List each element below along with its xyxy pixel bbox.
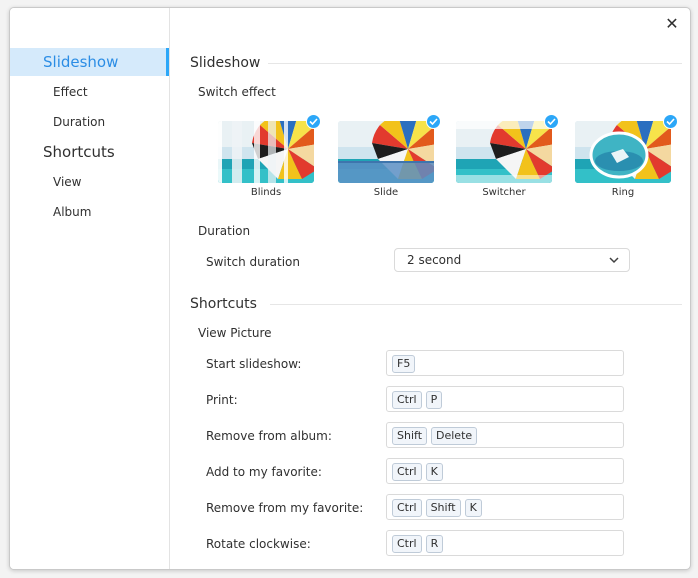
effect-option-switcher[interactable]: Switcher [456,114,559,198]
shortcut-label: Remove from my favorite: [206,501,364,515]
selected-check-icon [426,114,441,129]
switch-effect-label: Switch effect [198,85,276,99]
section-title-shortcuts: Shortcuts [190,296,257,312]
key-badge: F5 [392,355,416,373]
key-badge: K [464,499,482,517]
key-badge: K [425,463,443,481]
settings-window: Slideshow Effect Duration Shortcuts View… [9,7,691,570]
key-badge: Shift [425,499,461,517]
effect-label-blinds: Blinds [250,187,282,198]
slide-preview [338,121,434,183]
effect-label-switcher: Switcher [482,187,526,198]
sidebar-item-effect[interactable]: Effect [10,80,169,104]
selected-check-icon [306,114,321,129]
sidebar-item-album[interactable]: Album [10,200,169,224]
switch-duration-label: Switch duration [206,255,300,269]
key-badge: Shift [392,427,428,445]
blinds-preview [218,121,314,183]
sidebar-item-view[interactable]: View [10,170,169,194]
selected-check-icon [663,114,678,129]
selected-check-icon [544,114,559,129]
effect-option-slide[interactable]: Slide [338,114,441,198]
shortcut-input[interactable]: Ctrl K [386,458,624,484]
key-badge: Ctrl [392,499,422,517]
section-divider [268,63,682,64]
settings-content: Slideshow Switch effect Blinds Slide Swi… [170,8,690,569]
effect-option-blinds[interactable]: Blinds [218,114,321,198]
sidebar-item-slideshow[interactable]: Slideshow [10,48,169,76]
effect-label-ring: Ring [611,187,635,198]
section-title-slideshow: Slideshow [190,55,261,71]
shortcut-label: Rotate clockwise: [206,537,311,551]
shortcut-label: Add to my favorite: [206,465,322,479]
shortcut-keys: Ctrl P [392,391,443,409]
shortcut-input[interactable]: Ctrl R [386,530,624,556]
shortcut-keys: Shift Delete [392,427,478,445]
ring-preview [575,121,671,183]
key-badge: Ctrl [392,463,422,481]
shortcut-input[interactable]: F5 [386,350,624,376]
shortcut-keys: Ctrl R [392,535,444,553]
key-badge: P [425,391,443,409]
shortcut-keys: F5 [392,355,416,373]
effect-label-slide: Slide [373,187,399,198]
sidebar-item-duration[interactable]: Duration [10,110,169,134]
sidebar: Slideshow Effect Duration Shortcuts View… [10,8,170,569]
chevron-down-icon [609,257,619,264]
key-badge: Delete [431,427,478,445]
key-badge: Ctrl [392,535,422,553]
shortcut-keys: Ctrl Shift K [392,499,482,517]
shortcut-label: Print: [206,393,238,407]
section-divider [270,304,682,305]
shortcut-label: Start slideshow: [206,357,302,371]
view-picture-label: View Picture [198,326,272,340]
key-badge: Ctrl [392,391,422,409]
sidebar-item-shortcuts[interactable]: Shortcuts [10,138,169,166]
shortcut-input[interactable]: Ctrl P [386,386,624,412]
key-badge: R [425,535,444,553]
effect-option-ring[interactable]: Ring [575,114,678,198]
shortcut-input[interactable]: Ctrl Shift K [386,494,624,520]
switch-duration-value: 2 second [407,253,462,267]
shortcut-label: Remove from album: [206,429,332,443]
switch-duration-select[interactable]: 2 second [394,248,630,272]
shortcut-input[interactable]: Shift Delete [386,422,624,448]
shortcut-keys: Ctrl K [392,463,443,481]
switcher-preview [456,121,552,183]
duration-label: Duration [198,224,251,238]
